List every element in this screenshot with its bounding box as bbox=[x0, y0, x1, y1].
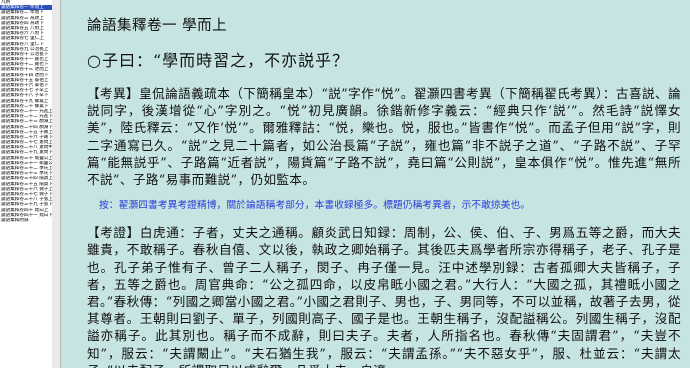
reading-pane[interactable]: 論語集釋卷一 學而上 ○子曰：“學而時習之，不亦説乎？ 【考異】皇侃論語義疏本（… bbox=[61, 0, 690, 368]
editor-note: 按：翟灝四書考異考證精博，關於論語稱考部分，本書收録極多。標題仍稱考異者，示不敢… bbox=[99, 200, 531, 212]
chapter-title: 論語集釋卷一 學而上 bbox=[87, 18, 228, 34]
toc-item[interactable]: 論語集釋卷二十三 顏淵上 bbox=[0, 119, 52, 124]
toc-item[interactable]: 論語集釋卷三十四 陽貨上 bbox=[0, 176, 52, 181]
toc-item[interactable]: 論語集釋卷十三 述而上 bbox=[0, 67, 52, 72]
toc-item[interactable]: 論語集釋卷二十四 顏淵下 bbox=[0, 125, 52, 130]
kaozheng-paragraph: 【考證】白虎通：子者，丈夫之通稱。顧炎武日知録：周制，公、侯、伯、子、男爲五等之… bbox=[87, 225, 681, 368]
scripture-quote: ○子曰：“學而時習之，不亦説乎？ bbox=[87, 51, 350, 70]
toc-item[interactable]: 論語集釋卷十九 鄉黨上 bbox=[0, 99, 52, 104]
toc-item[interactable]: 論語集釋卷四十 堯曰上 bbox=[0, 208, 52, 213]
document-content: 論語集釋卷一 學而上 ○子曰：“學而時習之，不亦説乎？ 【考異】皇侃論語義疏本（… bbox=[87, 8, 681, 368]
app-window: 凡例 論語集釋卷一 學而上 論語集釋卷二 學而下 論語集釋卷三 爲政上 論語集釋卷四 爲… bbox=[0, 0, 690, 368]
pane-splitter[interactable] bbox=[52, 0, 61, 368]
toc-item[interactable]: 論語集釋卷三十九 子張下 bbox=[0, 202, 52, 207]
kaoyi-paragraph: 【考異】皇侃論語義疏本（下簡稱皇本）“説”字作“悦”。翟灝四書考異（下簡稱翟氏考… bbox=[87, 86, 681, 188]
toc-item[interactable]: 論語集釋附錄 bbox=[0, 218, 52, 223]
toc-item[interactable]: 論語集釋卷二十九 憲問下 bbox=[0, 150, 52, 155]
toc-sidebar[interactable]: 凡例 論語集釋卷一 學而上 論語集釋卷二 學而下 論語集釋卷三 爲政上 論語集釋卷四 爲… bbox=[0, 0, 53, 368]
toc-item[interactable]: 論語集釋卷三十五 陽貨下 bbox=[0, 182, 52, 187]
toc-item[interactable]: 論語集釋卷十八 子罕下 bbox=[0, 93, 52, 98]
